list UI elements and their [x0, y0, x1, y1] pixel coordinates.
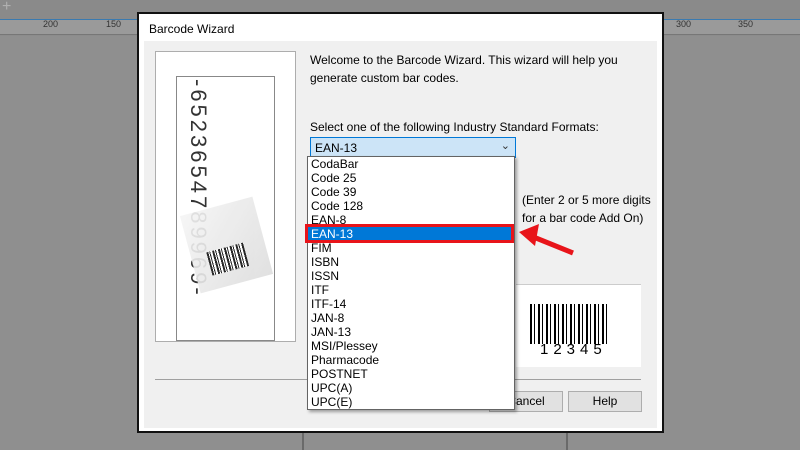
sticker-bars	[206, 242, 250, 276]
format-dropdown-list[interactable]: CodaBar Code 25 Code 39 Code 128 EAN-8 EAN-13…	[307, 156, 515, 410]
format-option[interactable]: POSTNET	[308, 367, 514, 381]
format-option[interactable]: UPC(A)	[308, 381, 514, 395]
format-option[interactable]: ISBN	[308, 255, 514, 269]
ruler-tick: 200	[43, 19, 59, 29]
format-option[interactable]: ISSN	[308, 269, 514, 283]
format-label: Select one of the following Industry Sta…	[310, 120, 599, 134]
ruler-tick: 150	[106, 19, 122, 29]
format-option[interactable]: UPC(E)	[308, 395, 514, 409]
format-option[interactable]: Pharmacode	[308, 353, 514, 367]
divider	[302, 432, 304, 450]
format-dropdown[interactable]: EAN-13 ⌄	[310, 137, 516, 158]
format-option[interactable]: JAN-13	[308, 325, 514, 339]
plus-icon: +	[2, 0, 12, 15]
highlight-annotation-box	[305, 224, 514, 243]
format-dropdown-value: EAN-13	[315, 141, 358, 155]
welcome-text: Welcome to the Barcode Wizard. This wiza…	[310, 53, 618, 85]
help-button[interactable]: Help	[568, 391, 642, 412]
format-option[interactable]: ITF	[308, 283, 514, 297]
format-option[interactable]: MSI/Plessey	[308, 339, 514, 353]
chevron-down-icon: ⌄	[500, 140, 510, 152]
format-option[interactable]: JAN-8	[308, 311, 514, 325]
format-option[interactable]: Code 39	[308, 185, 514, 199]
red-arrow-icon	[519, 224, 574, 256]
barcode-preview: 12345	[516, 284, 641, 367]
divider	[566, 432, 568, 450]
ruler-tick: 350	[738, 19, 754, 29]
format-option[interactable]: FIM	[308, 241, 514, 255]
format-option[interactable]: CodaBar	[308, 157, 514, 171]
format-option[interactable]: Code 128	[308, 199, 514, 213]
wizard-image: -6523654789969-	[155, 51, 296, 342]
addon-hint-line: (Enter 2 or 5 more digits	[522, 193, 651, 207]
dialog-title: Barcode Wizard	[149, 22, 235, 36]
format-option[interactable]: Code 25	[308, 171, 514, 185]
barcode-illustration: -6523654789969-	[176, 76, 275, 341]
preview-number: 12345	[540, 341, 607, 358]
format-option[interactable]: ITF-14	[308, 297, 514, 311]
ruler-tick: 300	[676, 19, 692, 29]
preview-bars	[530, 304, 610, 344]
